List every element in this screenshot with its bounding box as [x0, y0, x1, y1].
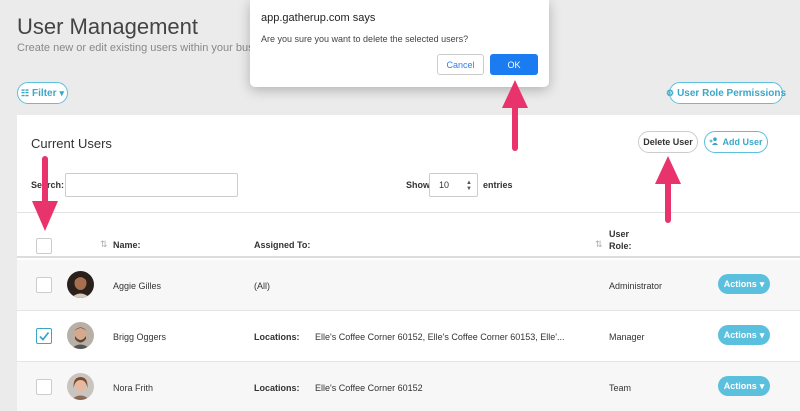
column-header-role-line2[interactable]: Role: [609, 241, 632, 251]
caret-down-icon: ▾ [759, 278, 765, 289]
table-row: Aggie Gilles (All) Administrator Actions… [17, 260, 800, 311]
gear-icon: ⚙ [666, 87, 675, 98]
annotation-arrow-down-icon [32, 156, 58, 231]
actions-button[interactable]: Actions ▾ [718, 325, 770, 345]
column-header-assigned[interactable]: Assigned To: [254, 240, 310, 250]
user-role-permissions-label: User Role Permissions [677, 87, 787, 99]
delete-user-button[interactable]: Delete User [638, 131, 698, 153]
actions-label: Actions [723, 279, 757, 289]
column-header-role-line1[interactable]: User [609, 229, 629, 239]
caret-down-icon: ▾ [759, 380, 765, 391]
filter-label: Filter [32, 87, 57, 99]
dialog-title: app.gatherup.com says [261, 12, 376, 24]
user-role: Team [609, 383, 632, 393]
user-name: Brigg Oggers [113, 332, 167, 342]
user-role: Manager [609, 332, 645, 342]
filter-icon: ☷ [20, 87, 30, 98]
actions-label: Actions [723, 330, 757, 340]
column-header-name[interactable]: Name: [113, 240, 141, 250]
user-role: Administrator [609, 281, 663, 291]
entries-label: entries [483, 180, 513, 190]
assigned-label: Locations: [254, 383, 300, 393]
checkmark-icon [39, 331, 50, 341]
user-role-permissions-button[interactable]: ⚙ User Role Permissions [666, 82, 787, 104]
add-user-button[interactable]: Add User [704, 131, 768, 153]
actions-button[interactable]: Actions ▾ [718, 274, 770, 294]
entries-value: 10 [439, 180, 450, 190]
actions-button[interactable]: Actions ▾ [718, 376, 770, 396]
page-title: User Management [17, 14, 198, 39]
assigned-value: (All) [254, 281, 270, 291]
avatar [67, 373, 94, 400]
show-label: Show [406, 180, 430, 190]
caret-down-icon: ▾ [759, 329, 765, 340]
sort-icon[interactable]: ⇅ [595, 239, 603, 250]
row-checkbox[interactable] [36, 379, 52, 395]
select-all-checkbox[interactable] [36, 238, 52, 254]
confirm-dialog: app.gatherup.com says Are you sure you w… [250, 0, 549, 87]
row-checkbox-checked[interactable] [36, 328, 52, 344]
assigned-value: Elle's Coffee Corner 60152 [315, 383, 423, 393]
row-checkbox[interactable] [36, 277, 52, 293]
entries-select[interactable]: 10 ▲ ▼ [429, 173, 478, 197]
actions-label: Actions [723, 381, 757, 391]
annotation-arrow-up-icon [502, 80, 528, 151]
avatar [67, 322, 94, 349]
assigned-value: Elle's Coffee Corner 60152, Elle's Coffe… [315, 332, 565, 342]
sort-icon[interactable]: ⇅ [100, 239, 108, 250]
panel-title: Current Users [31, 136, 112, 151]
add-user-label: Add User [722, 137, 763, 147]
caret-down-icon: ▾ [59, 87, 65, 98]
dialog-message: Are you sure you want to delete the sele… [261, 34, 469, 44]
annotation-arrow-up-icon [655, 156, 681, 223]
user-name: Aggie Gilles [113, 281, 162, 291]
filter-button[interactable]: ☷ Filter ▾ [17, 82, 68, 104]
dialog-ok-button[interactable]: OK [490, 54, 538, 75]
avatar [67, 271, 94, 298]
assigned-label: Locations: [254, 332, 300, 342]
page-subtitle: Create new or edit existing users within… [17, 42, 262, 54]
search-input[interactable] [65, 173, 238, 197]
table-row: Nora Frith Locations: Elle's Coffee Corn… [17, 362, 800, 411]
dialog-cancel-button[interactable]: Cancel [437, 54, 484, 75]
stepper-arrows-icon: ▲ ▼ [466, 180, 472, 192]
table-row: Brigg Oggers Locations: Elle's Coffee Co… [17, 311, 800, 362]
add-user-icon [709, 137, 719, 147]
user-name: Nora Frith [113, 383, 154, 393]
